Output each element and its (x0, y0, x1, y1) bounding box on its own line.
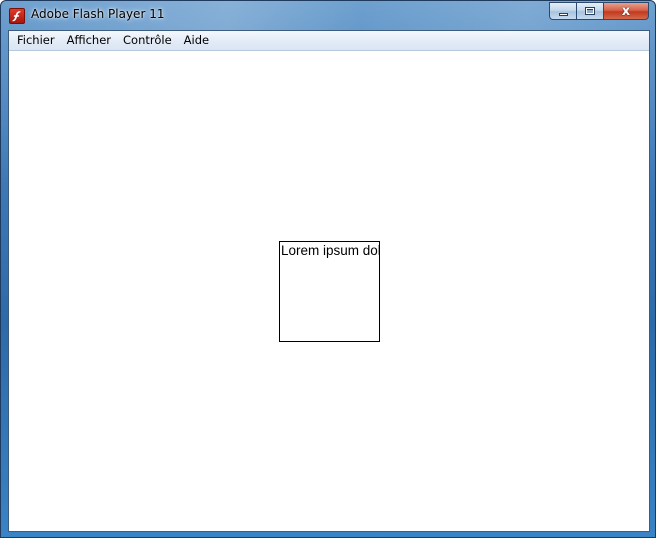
client-area: Fichier Afficher Contrôle Aide Lorem ips… (8, 30, 650, 532)
window-title: Adobe Flash Player 11 (31, 7, 165, 21)
menu-controle[interactable]: Contrôle (117, 31, 178, 50)
flash-player-icon[interactable] (9, 8, 25, 24)
menu-fichier[interactable]: Fichier (11, 31, 61, 50)
maximize-icon (585, 7, 595, 15)
menu-aide[interactable]: Aide (178, 31, 215, 50)
title-bar[interactable]: Adobe Flash Player 11 x (1, 1, 655, 30)
menu-afficher[interactable]: Afficher (61, 31, 117, 50)
close-button[interactable]: x (603, 2, 649, 20)
menu-bar: Fichier Afficher Contrôle Aide (9, 31, 649, 51)
maximize-button[interactable] (576, 2, 603, 20)
close-icon: x (621, 3, 631, 19)
caption-buttons: x (549, 2, 649, 21)
minimize-button[interactable] (549, 2, 576, 20)
app-window: Adobe Flash Player 11 x Fichier Afficher… (0, 0, 656, 538)
minimize-icon (558, 12, 568, 16)
flash-stage[interactable]: Lorem ipsum dolor sit amet (9, 51, 649, 531)
text-field[interactable]: Lorem ipsum dolor sit amet (279, 241, 380, 342)
text-field-content: Lorem ipsum dolor sit amet (281, 243, 379, 258)
